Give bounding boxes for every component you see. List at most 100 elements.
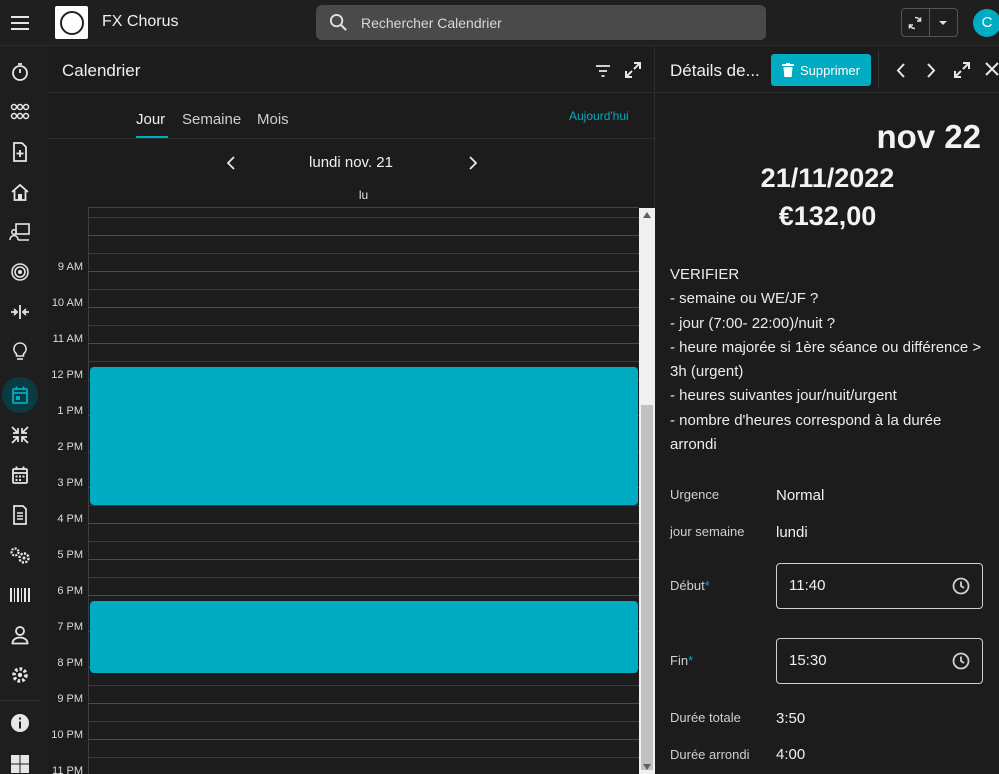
debut-label: Début* xyxy=(670,578,710,593)
half-hour-line xyxy=(88,577,639,578)
tab-jour[interactable]: Jour xyxy=(136,111,165,128)
current-date-label: lundi nov. 21 xyxy=(309,154,393,171)
hour-row[interactable] xyxy=(47,208,639,240)
chevron-right-icon[interactable] xyxy=(468,156,478,170)
trash-icon xyxy=(782,63,795,77)
receipt-icon[interactable] xyxy=(0,497,40,533)
app-logo[interactable] xyxy=(55,6,88,39)
hour-line xyxy=(88,703,639,704)
header-divider xyxy=(878,51,879,89)
event-date: 21/11/2022 xyxy=(760,163,895,193)
hour-row[interactable]: 11 AM xyxy=(47,312,639,348)
hour-line xyxy=(88,559,639,560)
details-header: Détails de... Supprimer xyxy=(656,47,999,93)
scroll-up-icon[interactable] xyxy=(643,212,651,218)
person-icon[interactable] xyxy=(0,617,40,653)
calendar-grid-icon[interactable] xyxy=(0,457,40,493)
expand-icon[interactable] xyxy=(953,61,971,79)
fin-time-field[interactable]: 15:30 xyxy=(776,638,983,684)
menu-icon[interactable] xyxy=(8,11,32,35)
hour-label: 9 PM xyxy=(57,693,83,705)
user-avatar[interactable]: C xyxy=(973,9,999,37)
compress-icon[interactable] xyxy=(0,294,40,330)
note-line: - heure majorée si 1ère séance ou différ… xyxy=(670,338,982,381)
caret-down-icon xyxy=(939,20,948,25)
search-input[interactable] xyxy=(361,5,756,40)
presentation-icon[interactable] xyxy=(0,214,40,250)
calendar-panel: Calendrier Jour Semaine Mois Aujourd'hui… xyxy=(47,47,655,774)
hour-row[interactable]: 5 PM xyxy=(47,528,639,564)
calendar-event-1[interactable] xyxy=(90,367,638,505)
settings-icon[interactable] xyxy=(0,657,40,693)
chevron-right-icon[interactable] xyxy=(926,63,936,78)
barcode-icon[interactable] xyxy=(0,577,40,613)
hour-label: 5 PM xyxy=(57,549,83,561)
event-notes: VERIFIER - semaine ou WE/JF ? - jour (7:00… xyxy=(670,263,990,457)
fin-label: Fin* xyxy=(670,653,693,668)
hour-label: 3 PM xyxy=(57,477,83,489)
half-hour-line xyxy=(88,721,639,722)
day-grid[interactable]: 9 AM 10 AM 11 AM 12 PM 1 PM 2 PM 3 PM 4 PM 5 PM 6… xyxy=(47,208,639,774)
lightbulb-icon[interactable] xyxy=(0,334,40,370)
grid-scrollbar[interactable] xyxy=(639,208,655,774)
hour-row[interactable]: 9 AM xyxy=(47,240,639,276)
hour-row[interactable]: 11 PM xyxy=(47,744,639,774)
search-bar[interactable] xyxy=(316,5,766,40)
hour-line xyxy=(88,271,639,272)
top-bar: FX Chorus C xyxy=(0,0,999,46)
hour-line xyxy=(88,235,639,236)
sync-split-button[interactable] xyxy=(901,8,958,37)
duree-totale-value: 3:50 xyxy=(776,710,806,727)
details-panel: Détails de... Supprimer nov 22 21/11/202… xyxy=(656,47,999,774)
gears-icon[interactable] xyxy=(0,537,40,573)
hour-row[interactable]: 10 AM xyxy=(47,276,639,312)
tab-mois[interactable]: Mois xyxy=(257,111,289,128)
clock-icon[interactable] xyxy=(952,652,970,670)
hour-row[interactable]: 9 PM xyxy=(47,672,639,708)
tab-semaine[interactable]: Semaine xyxy=(182,111,241,128)
hour-label: 4 PM xyxy=(57,513,83,525)
half-hour-line xyxy=(88,361,639,362)
half-hour-line xyxy=(88,289,639,290)
duree-arrondi-label: Durée arrondi xyxy=(670,747,750,762)
hour-label: 9 AM xyxy=(57,261,83,273)
calendar-event-2[interactable] xyxy=(90,601,638,673)
expand-icon[interactable] xyxy=(624,61,642,79)
hour-label: 7 PM xyxy=(57,621,83,633)
sync-button[interactable] xyxy=(902,9,930,36)
home-icon[interactable] xyxy=(0,174,40,210)
hour-label: 11 PM xyxy=(52,765,83,774)
debut-time-value: 11:40 xyxy=(789,577,826,594)
delete-button[interactable]: Supprimer xyxy=(771,54,871,86)
hour-label: 8 PM xyxy=(57,657,83,669)
scroll-down-icon[interactable] xyxy=(643,764,651,770)
add-document-icon[interactable] xyxy=(0,134,40,170)
scroll-thumb[interactable] xyxy=(641,405,653,770)
info-icon[interactable] xyxy=(0,705,40,741)
active-tab-indicator xyxy=(136,136,168,138)
today-button[interactable]: Aujourd'hui xyxy=(569,109,629,123)
half-hour-line xyxy=(88,217,639,218)
users-icon[interactable] xyxy=(0,94,40,130)
chevron-left-icon[interactable] xyxy=(896,63,906,78)
windows-icon[interactable] xyxy=(0,746,40,774)
hour-label: 10 PM xyxy=(51,729,83,741)
day-column-header: lu xyxy=(88,188,639,208)
hour-row[interactable]: 10 PM xyxy=(47,708,639,744)
target-icon[interactable] xyxy=(0,254,40,290)
timer-icon[interactable] xyxy=(0,54,40,90)
required-mark: * xyxy=(688,653,694,668)
close-icon[interactable] xyxy=(985,62,999,76)
search-icon xyxy=(329,13,347,31)
note-line: - semaine ou WE/JF ? xyxy=(670,290,819,308)
fin-time-value: 15:30 xyxy=(789,652,827,669)
half-hour-line xyxy=(88,253,639,254)
clock-icon[interactable] xyxy=(952,577,970,595)
calendar-icon[interactable] xyxy=(0,377,40,413)
hour-line xyxy=(88,523,639,524)
debut-time-field[interactable]: 11:40 xyxy=(776,563,983,609)
sync-dropdown-button[interactable] xyxy=(930,9,957,36)
filter-icon[interactable] xyxy=(595,64,611,78)
collapse-arrows-icon[interactable] xyxy=(0,417,40,453)
hour-row[interactable]: 6 PM xyxy=(47,564,639,600)
